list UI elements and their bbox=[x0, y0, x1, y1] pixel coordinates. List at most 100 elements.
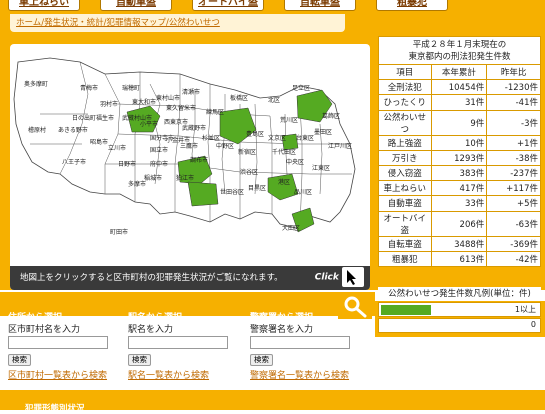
ward-label[interactable]: 福生市 bbox=[96, 114, 114, 122]
ward-label[interactable]: 豊島区 bbox=[246, 130, 264, 138]
ward-label[interactable]: 奥多摩町 bbox=[24, 80, 48, 88]
ward-label[interactable]: 八王子市 bbox=[62, 158, 86, 166]
ward-label[interactable]: 北区 bbox=[268, 96, 280, 104]
ward-label[interactable]: 羽村市 bbox=[100, 100, 118, 108]
ward-label[interactable]: 瑞穂町 bbox=[122, 84, 140, 92]
stats-diff: -42件 bbox=[486, 250, 541, 267]
ward-label[interactable]: 新宿区 bbox=[238, 148, 256, 156]
stats-row: 全刑法犯 10454件 -1230件 bbox=[378, 79, 541, 96]
ward-label[interactable]: 足立区 bbox=[292, 84, 310, 92]
stats-item[interactable]: 万引き bbox=[378, 149, 432, 166]
stats-total: 10454件 bbox=[430, 79, 488, 96]
header-diff: 昨年比 bbox=[486, 63, 541, 81]
breadcrumb[interactable]: ホーム/発生状況・統計/犯罪情報マップ/公然わいせつ bbox=[10, 14, 345, 32]
stats-total: 31件 bbox=[430, 94, 488, 111]
ward-label[interactable]: 品川区 bbox=[294, 189, 312, 196]
stats-row: 路上強盗 10件 +1件 bbox=[378, 134, 541, 151]
ward-label[interactable]: 清瀬市 bbox=[182, 88, 200, 96]
ward-label[interactable]: 東大和市 bbox=[132, 98, 156, 106]
station-input[interactable] bbox=[128, 336, 228, 349]
legend-label-zero: 0 bbox=[530, 320, 536, 329]
stats-total: 383件 bbox=[430, 164, 488, 182]
ward-label[interactable]: 台東区 bbox=[296, 134, 314, 142]
nav-tab-jidosha[interactable]: 自動車盗 bbox=[100, 0, 172, 11]
header-total: 本年累計 bbox=[430, 63, 488, 81]
ward-label[interactable]: 渋谷区 bbox=[240, 168, 258, 176]
ward-label[interactable]: 中央区 bbox=[286, 158, 304, 166]
stats-row: 粗暴犯 613件 -42件 bbox=[378, 250, 541, 267]
legend-label-positive: 1以上 bbox=[514, 305, 536, 314]
station-list-link[interactable]: 駅名一覧表から検索 bbox=[128, 368, 209, 381]
ward-label[interactable]: 中野区 bbox=[216, 142, 234, 150]
ward-label[interactable]: 荒川区 bbox=[280, 116, 298, 124]
nav-tab-shajo[interactable]: 車上ねらい bbox=[8, 0, 80, 11]
ward-label[interactable]: 武蔵野市 bbox=[182, 124, 206, 132]
address-input[interactable] bbox=[8, 336, 108, 349]
ward-label[interactable]: 杉並区 bbox=[202, 134, 220, 142]
stats-item[interactable]: ひったくり bbox=[378, 94, 432, 111]
police-input[interactable] bbox=[250, 336, 350, 349]
ward-label[interactable]: 大田区 bbox=[282, 224, 300, 232]
ward-label[interactable]: 小平市 bbox=[140, 120, 158, 128]
ward-label[interactable]: 千代田区 bbox=[272, 148, 296, 156]
ward-label[interactable]: 町田市 bbox=[110, 228, 128, 236]
ward-label[interactable]: 葛飾区 bbox=[322, 112, 340, 120]
crime-type-tab[interactable]: 犯罪形態別状況 bbox=[25, 402, 85, 414]
stats-item[interactable]: 侵入窃盗 bbox=[378, 164, 432, 182]
tokyo-map[interactable]: 奥多摩町 青梅市 瑞穂町 檜原村 あきる野市 日の出町 八王子市 町田市 羽村市 福生市 武蔵村山市… bbox=[10, 44, 370, 290]
stats-item[interactable]: 自転車盗 bbox=[378, 235, 432, 252]
ward-label[interactable]: 府中市 bbox=[150, 160, 168, 168]
ward-label[interactable]: 三鷹市 bbox=[180, 142, 198, 150]
header-item: 項目 bbox=[378, 63, 432, 81]
legend-row-zero: 0 bbox=[378, 318, 541, 333]
stats-item[interactable]: 粗暴犯 bbox=[378, 250, 432, 267]
ward-label[interactable]: 江戸川区 bbox=[328, 143, 352, 150]
ward-label[interactable]: 江東区 bbox=[312, 164, 330, 172]
ward-label[interactable]: 日野市 bbox=[118, 160, 136, 168]
stats-item[interactable]: 公然わいせつ bbox=[378, 109, 432, 136]
nav-tab-sobo[interactable]: 粗暴犯 bbox=[376, 0, 448, 11]
ward-label[interactable]: 文京区 bbox=[268, 134, 286, 142]
stats-caption: 平成２８年１月末現在の 東京都内の刑法犯発生件数 bbox=[378, 36, 541, 65]
ward-label[interactable]: あきる野市 bbox=[58, 126, 88, 134]
ward-label[interactable]: 港区 bbox=[278, 178, 290, 186]
stats-item[interactable]: 車上ねらい bbox=[378, 180, 432, 197]
ward-label[interactable]: 板橋区 bbox=[230, 94, 248, 102]
ward-label[interactable]: 世田谷区 bbox=[220, 188, 244, 196]
ward-label[interactable]: 立川市 bbox=[108, 144, 126, 152]
police-search-button[interactable]: 検索 bbox=[250, 354, 273, 366]
ward-label[interactable]: 多摩市 bbox=[128, 180, 146, 188]
police-list-link[interactable]: 警察署名一覧表から検索 bbox=[250, 368, 349, 381]
tokyo-map-svg[interactable]: 奥多摩町青梅市 瑞穂町檜原村 あきる野市日の出町八王子市町田市羽村市福生市 武蔵村山市… bbox=[10, 44, 370, 264]
ward-label[interactable]: 青梅市 bbox=[80, 84, 98, 92]
click-button[interactable]: Click bbox=[315, 267, 364, 287]
ward-label[interactable]: 東村山市 bbox=[156, 94, 180, 102]
nav-tab-jitensha[interactable]: 自転車盗 bbox=[284, 0, 356, 11]
ward-label[interactable]: 日の出町 bbox=[72, 114, 96, 122]
ward-label[interactable]: 狛江市 bbox=[176, 174, 194, 182]
ward-label[interactable]: 昭島市 bbox=[90, 138, 108, 146]
cursor-icon bbox=[342, 267, 364, 287]
stats-diff: -369件 bbox=[486, 235, 541, 252]
stats-item[interactable]: 全刑法犯 bbox=[378, 79, 432, 96]
ward-label[interactable]: 東久留米市 bbox=[166, 104, 196, 112]
address-list-link[interactable]: 区市町村一覧表から検索 bbox=[8, 368, 107, 381]
ward-label[interactable]: 檜原村 bbox=[28, 126, 46, 134]
ward-label[interactable]: 墨田区 bbox=[314, 129, 332, 136]
police-label: 警察署名を入力 bbox=[250, 325, 314, 335]
ward-label[interactable]: 目黒区 bbox=[248, 185, 266, 192]
ward-label[interactable]: 稲城市 bbox=[144, 174, 162, 182]
stats-row: 万引き 1293件 -38件 bbox=[378, 149, 541, 166]
nav-tab-autobike[interactable]: オートバイ盗 bbox=[192, 0, 264, 11]
stats-diff: -1230件 bbox=[486, 79, 541, 96]
stats-item[interactable]: 自動車盗 bbox=[378, 195, 432, 212]
legend: 1以上 0 bbox=[375, 301, 545, 337]
stats-item[interactable]: 路上強盗 bbox=[378, 134, 432, 151]
legend-swatch-white bbox=[381, 321, 431, 331]
ward-label[interactable]: 調布市 bbox=[190, 156, 208, 164]
ward-label[interactable]: 練馬区 bbox=[206, 108, 224, 116]
ward-label[interactable]: 国立市 bbox=[150, 146, 168, 154]
address-search-button[interactable]: 検索 bbox=[8, 354, 31, 366]
station-search-button[interactable]: 検索 bbox=[128, 354, 151, 366]
stats-item[interactable]: オートバイ盗 bbox=[378, 210, 432, 237]
